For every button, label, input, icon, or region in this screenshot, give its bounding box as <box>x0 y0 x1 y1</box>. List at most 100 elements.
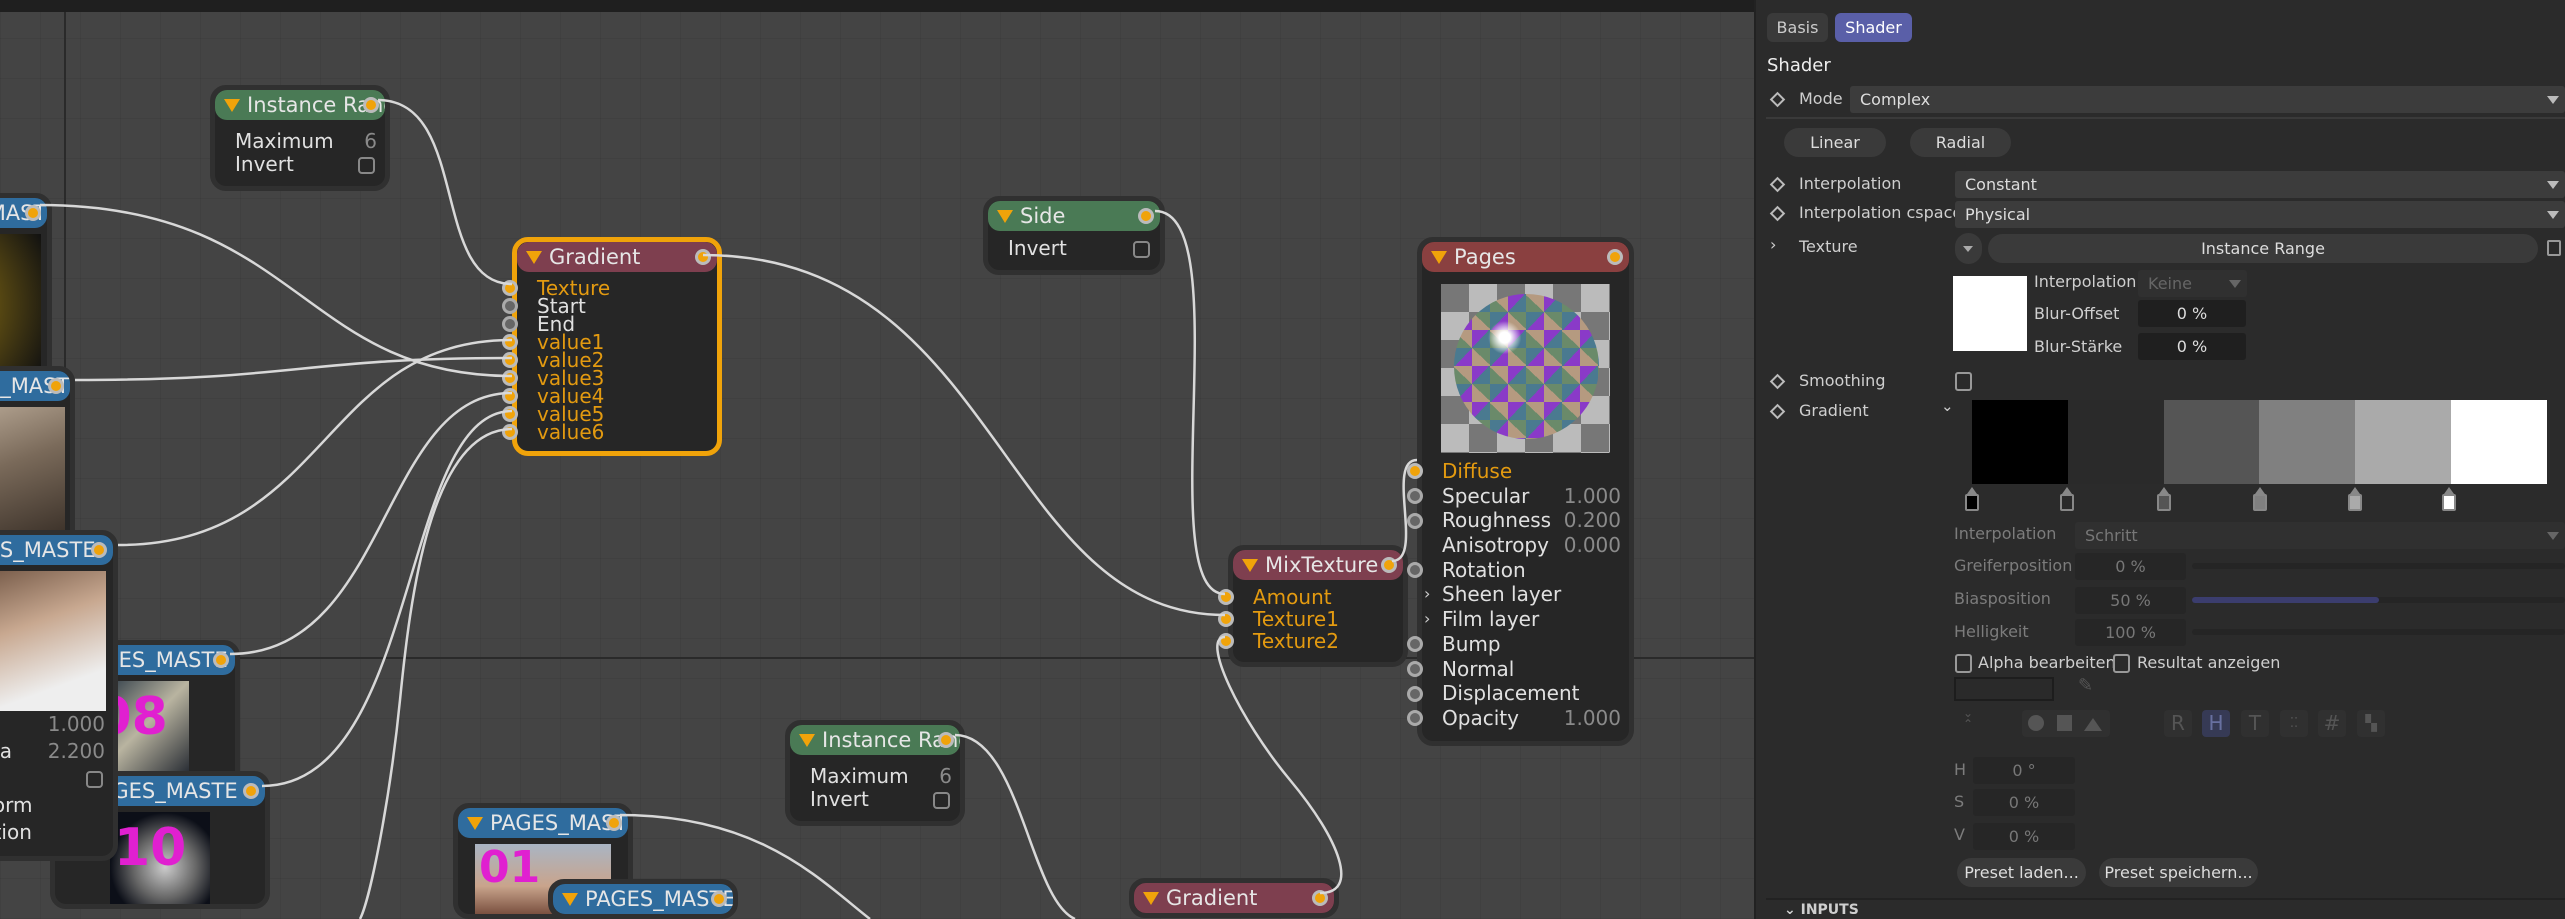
folder-icon[interactable] <box>2547 240 2561 256</box>
param-value[interactable]: 0.000 <box>1564 533 1621 558</box>
node-header[interactable]: Pages <box>1422 242 1629 272</box>
tab-shader[interactable]: Shader <box>1835 13 1912 42</box>
texture-menu-button[interactable] <box>1955 233 1982 264</box>
circle-wheel-icon[interactable] <box>2028 715 2044 731</box>
output-port[interactable] <box>695 249 711 265</box>
param-value[interactable]: 0.200 <box>1564 508 1621 533</box>
node-param-invert[interactable]: Invert <box>0 765 113 792</box>
interpolation-cspace-dropdown[interactable]: Physical <box>1955 201 2565 228</box>
node-header[interactable]: Gradient <box>1134 883 1334 913</box>
collapse-triangle-icon[interactable] <box>467 817 483 830</box>
output-port[interactable] <box>1312 890 1328 906</box>
collapse-triangle-icon[interactable] <box>1431 251 1447 264</box>
output-port[interactable] <box>606 815 622 831</box>
chevron-right-icon[interactable]: › <box>1424 607 1430 632</box>
param-value[interactable]: 2.200 <box>48 738 105 765</box>
collapse-triangle-icon[interactable] <box>526 251 542 264</box>
node-param-roughness[interactable]: Roughness 0.200 <box>1407 508 1629 533</box>
hsv-mode-icon[interactable]: H <box>2202 710 2230 737</box>
image-picker-icon[interactable] <box>2084 718 2102 731</box>
node-param-displacement[interactable]: Displacement <box>1407 681 1629 706</box>
node-header[interactable]: PAGES_MASTE <box>458 808 628 838</box>
node-header[interactable]: MixTexture <box>1233 550 1403 580</box>
collapse-icon[interactable]: ⌄ ⌃ <box>1963 707 1973 730</box>
node-param-anisotropy[interactable]: Anisotropy 0.000 <box>1422 533 1629 558</box>
param-checkbox[interactable] <box>86 770 103 788</box>
node-mixtexture[interactable]: MixTexture Amount Texture1 Texture2 <box>1218 545 1408 667</box>
output-port[interactable] <box>48 378 64 394</box>
radial-button[interactable]: Radial <box>1910 128 2011 157</box>
node-header[interactable]: PAGES_MASTE <box>0 371 70 401</box>
input-port[interactable] <box>1218 589 1234 605</box>
input-port[interactable] <box>1218 633 1234 649</box>
node-header[interactable]: Instance Range <box>215 90 385 120</box>
collapse-triangle-icon[interactable] <box>799 734 815 747</box>
eyedropper-icon[interactable]: ✎ <box>2078 675 2093 696</box>
output-port[interactable] <box>91 542 107 558</box>
input-port[interactable] <box>1407 636 1423 653</box>
output-port[interactable] <box>938 732 954 748</box>
output-port[interactable] <box>363 97 379 113</box>
node-param-opacity[interactable]: Opacity 1.000 <box>1407 706 1629 731</box>
node-header[interactable]: Gradient <box>517 242 717 272</box>
node-instance-range[interactable]: Instance Range Maximum 6 Invert <box>210 85 390 191</box>
input-port[interactable] <box>502 280 518 296</box>
node-gradient[interactable]: Gradient Texture Start End value1 value2 value… <box>502 237 722 456</box>
param-checkbox[interactable] <box>1133 240 1150 258</box>
node-param-film-layer[interactable]: › Film layer <box>1422 607 1629 632</box>
swatches-icon[interactable]: ▚ <box>2357 710 2385 737</box>
param-value[interactable]: 1.000 <box>1564 484 1621 509</box>
brightness-slider[interactable] <box>2192 629 2565 635</box>
input-port[interactable] <box>502 334 518 350</box>
node-param-normal[interactable]: Normal <box>1407 657 1629 682</box>
blur-strength-field[interactable]: 0 % <box>2138 333 2246 360</box>
param-value[interactable]: 6 <box>364 130 377 153</box>
output-port[interactable] <box>711 891 727 907</box>
node-instance-range[interactable]: Instance Range Maximum 6 Invert <box>785 720 965 826</box>
input-port[interactable] <box>1407 685 1423 702</box>
keyframe-diamond-icon[interactable] <box>1769 403 1786 420</box>
grip-position-slider[interactable] <box>2192 563 2565 569</box>
node-param-texture1[interactable]: Texture1 <box>1218 608 1403 630</box>
chevron-right-icon[interactable]: › <box>1424 582 1430 607</box>
color-swatch[interactable] <box>1954 677 2054 701</box>
input-port[interactable] <box>1407 488 1423 505</box>
inputs-section-header[interactable]: ⌄ INPUTS <box>1784 902 1859 918</box>
collapse-triangle-icon[interactable] <box>1143 892 1159 905</box>
output-port[interactable] <box>1607 249 1623 265</box>
node-header[interactable]: Side <box>988 201 1160 231</box>
input-port[interactable] <box>1407 562 1423 579</box>
node-param-diffuse[interactable]: Diffuse <box>1407 459 1629 484</box>
grip-position-field[interactable]: 0 % <box>2075 553 2186 580</box>
node-param-projection[interactable]: Projection <box>0 819 113 846</box>
node-param-power[interactable]: Power1.000 <box>0 711 113 738</box>
node-param-invert[interactable]: Invert <box>988 237 1160 260</box>
gradient-bar[interactable] <box>1972 400 2547 484</box>
node-param-amount[interactable]: Amount <box>1218 586 1403 608</box>
node-pages-maste[interactable]: PAGES_MASTE <box>0 193 52 389</box>
input-port[interactable] <box>1407 710 1423 727</box>
h-field[interactable]: 0 ° <box>1973 757 2075 784</box>
input-port[interactable] <box>502 406 518 422</box>
node-param-texture2[interactable]: Texture2 <box>1218 630 1403 652</box>
mode-dropdown[interactable]: Complex <box>1850 86 2565 113</box>
chevron-down-icon[interactable]: ⌄ <box>1941 397 1954 415</box>
node-header[interactable]: PAGES_MASTE <box>0 198 47 228</box>
square-picker-icon[interactable] <box>2057 715 2072 731</box>
gradient-stop-handle[interactable] <box>2060 487 2074 511</box>
param-checkbox[interactable] <box>933 791 950 809</box>
keyframe-diamond-icon[interactable] <box>1769 205 1786 222</box>
brightness-field[interactable]: 100 % <box>2075 619 2186 646</box>
linear-button[interactable]: Linear <box>1784 128 1886 157</box>
node-param-maximum[interactable]: Maximum 6 <box>790 765 960 788</box>
node-side[interactable]: Side Invert <box>983 196 1165 275</box>
chevron-right-icon[interactable]: › <box>1770 235 1776 254</box>
output-port[interactable] <box>1381 557 1397 573</box>
node-param-bump[interactable]: Bump <box>1407 632 1629 657</box>
node-param-transform[interactable]: Transform <box>0 792 113 819</box>
input-port[interactable] <box>502 352 518 368</box>
s-field[interactable]: 0 % <box>1973 789 2075 816</box>
alpha-edit-checkbox[interactable] <box>1955 654 1972 673</box>
gradient-stop-handle[interactable] <box>2348 487 2362 511</box>
preset-load-button[interactable]: Preset laden... <box>1957 858 2086 887</box>
